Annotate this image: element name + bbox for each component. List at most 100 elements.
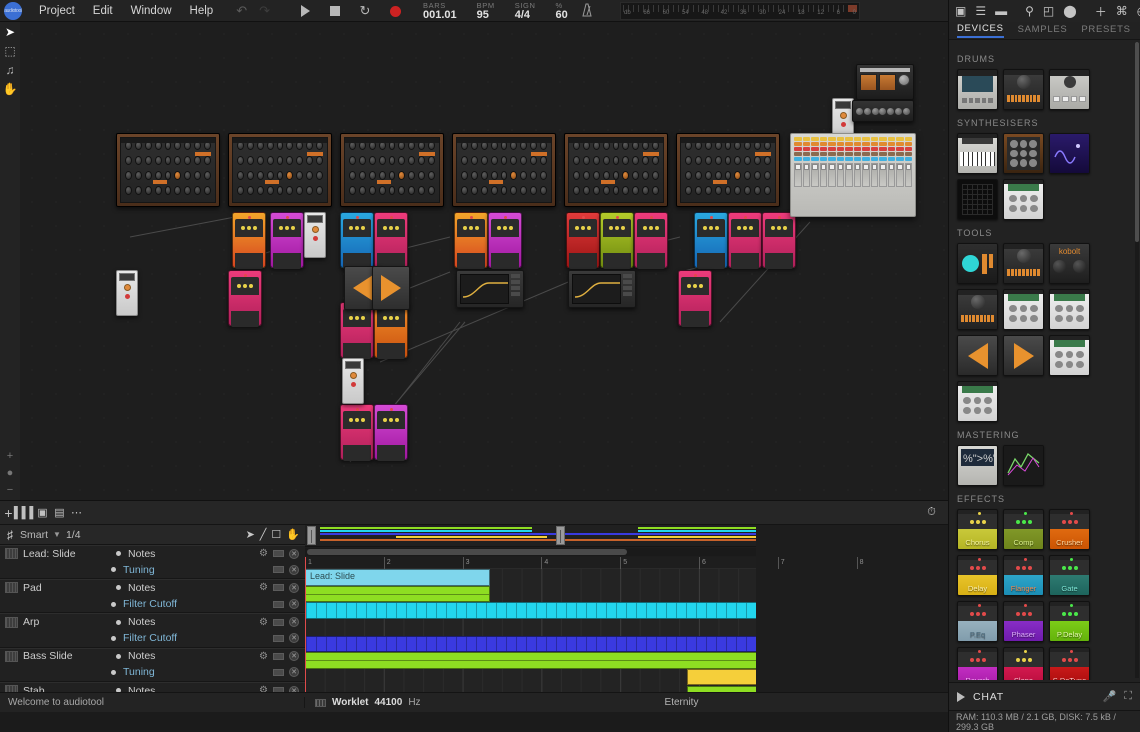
utility-device-3[interactable]: [342, 358, 364, 404]
device-bassline[interactable]: [1003, 69, 1044, 110]
clip-arp-filter[interactable]: [305, 652, 756, 669]
tool-mixer-strip[interactable]: [1003, 243, 1044, 284]
lane-enable-dot[interactable]: [111, 635, 116, 641]
menu-item-project[interactable]: Project: [30, 0, 84, 22]
pedal-reverb[interactable]: [270, 212, 304, 269]
video-icon[interactable]: ◰: [1043, 4, 1054, 18]
pedal-comp[interactable]: [600, 212, 634, 269]
timeline-minimap[interactable]: [305, 525, 756, 547]
playhead[interactable]: [305, 557, 306, 692]
lane-close-button[interactable]: ✕: [289, 651, 299, 662]
pedal-chorus[interactable]: [340, 212, 374, 269]
track-list[interactable]: Lead: Slide Notes ⚙ ✕ Tuning ✕ Pad Notes ⚙ ✕ Filte…: [0, 545, 305, 692]
lane-name[interactable]: Notes: [128, 548, 155, 560]
automation-icon[interactable]: ▣: [34, 501, 51, 525]
stop-button[interactable]: [320, 0, 350, 22]
track-row[interactable]: Pad Notes ⚙ ✕: [0, 579, 305, 596]
synth-rack-5[interactable]: [564, 133, 668, 207]
zoom-out-button[interactable]: −: [0, 481, 20, 498]
synth-rack-4[interactable]: [452, 133, 556, 207]
piano-roll-icon[interactable]: ▌▌▌: [14, 501, 37, 525]
app-logo[interactable]: audiotool: [4, 1, 22, 20]
fx-flanger[interactable]: Flanger: [1003, 555, 1044, 596]
lane-enable-dot[interactable]: [116, 585, 121, 591]
clip-lead-tuning[interactable]: [305, 585, 491, 603]
pedal-peq[interactable]: [340, 302, 374, 359]
undo-arrow-icon[interactable]: ↶: [236, 3, 247, 19]
track-name[interactable]: Lead: Slide: [23, 548, 111, 560]
lane-name[interactable]: Notes: [128, 582, 155, 594]
record-button[interactable]: [380, 0, 410, 22]
lane-close-button[interactable]: ✕: [289, 548, 299, 559]
device-heisenberg[interactable]: [957, 133, 998, 174]
chat-panel[interactable]: CHAT 🎤 ⛶: [949, 682, 1140, 710]
master-compressor[interactable]: [856, 64, 914, 100]
zoom-reset-button[interactable]: ●: [0, 464, 20, 481]
browser-scroll-thumb[interactable]: [1135, 42, 1139, 242]
master-db-meter[interactable]: db 66 60 54 48 42 36 30 24 18 12 6 0: [620, 2, 860, 20]
tool-kobolt[interactable]: kobolt: [1049, 243, 1090, 284]
eraser-tool-icon[interactable]: ☐: [271, 528, 281, 541]
synth-rack-6[interactable]: [676, 133, 780, 207]
clip-pad-notes[interactable]: [305, 602, 756, 619]
metronome-button[interactable]: [581, 3, 593, 20]
pedal-delay[interactable]: [232, 212, 266, 269]
lane-mute-button[interactable]: [273, 652, 284, 660]
device-machiniste[interactable]: [957, 69, 998, 110]
transport-readout-bars[interactable]: BARS 001.01: [416, 1, 464, 21]
pedal-tubed[interactable]: [762, 212, 796, 269]
device-matrix[interactable]: [957, 179, 998, 220]
minimap-handle-left[interactable]: [307, 526, 317, 545]
add-device-icon[interactable]: ＋: [1095, 3, 1107, 20]
lane-name[interactable]: Notes: [128, 685, 155, 692]
loop-button[interactable]: ↻: [350, 0, 380, 22]
pedal-slope[interactable]: [634, 212, 668, 269]
fx-gate[interactable]: Gate: [1049, 555, 1090, 596]
chevron-down-icon[interactable]: ▼: [53, 530, 61, 539]
lane-close-button[interactable]: ✕: [289, 667, 299, 678]
device-pulverisateur[interactable]: [1003, 133, 1044, 174]
tab-devices[interactable]: DEVICES: [957, 23, 1004, 38]
pedal-lowpass[interactable]: [678, 270, 712, 327]
pedal-pdelay[interactable]: [228, 270, 262, 327]
envelope-curve-2[interactable]: [568, 270, 636, 308]
menu-item-edit[interactable]: Edit: [84, 0, 122, 22]
menu-item-window[interactable]: Window: [122, 0, 181, 22]
fx-sdetune[interactable]: S.DeTune: [1049, 647, 1090, 680]
lane-close-button[interactable]: ✕: [289, 633, 299, 644]
more-icon[interactable]: ⋯: [68, 501, 85, 525]
lane-mute-button[interactable]: [273, 584, 284, 592]
track-settings-gear-icon[interactable]: ⚙: [259, 685, 268, 692]
tool-router[interactable]: [1049, 289, 1090, 330]
mixer-console[interactable]: [790, 133, 916, 217]
track-row[interactable]: Tuning ✕: [0, 562, 305, 579]
lane-enable-dot[interactable]: [116, 619, 121, 625]
lane-enable-dot[interactable]: [116, 551, 121, 557]
clip-arp-notes[interactable]: [305, 635, 756, 653]
timeline-ruler[interactable]: 1 2 3 4 5 6 7 8: [305, 557, 864, 569]
track-row[interactable]: Tuning ✕: [0, 664, 305, 681]
track-settings-gear-icon[interactable]: ⚙: [259, 548, 268, 559]
clip-lead-notes[interactable]: Lead: Slide: [305, 569, 491, 586]
track-row[interactable]: Arp Notes ⚙ ✕: [0, 613, 305, 630]
clip-area[interactable]: Lead: Slide: [305, 569, 756, 692]
track-row[interactable]: Lead: Slide Notes ⚙ ✕: [0, 545, 305, 562]
pedal-crusher[interactable]: [566, 212, 600, 269]
fx-delay[interactable]: Delay: [957, 555, 998, 596]
lane-name[interactable]: Filter Cutoff: [123, 632, 177, 644]
grid-icon[interactable]: ♯: [0, 528, 20, 542]
track-name[interactable]: Arp: [23, 616, 111, 628]
pedal-gate[interactable]: [694, 212, 728, 269]
lane-enable-dot[interactable]: [116, 653, 121, 659]
quantize-value[interactable]: 1/4: [66, 529, 81, 541]
fx-comp[interactable]: Comp: [1003, 509, 1044, 550]
device-beatbox[interactable]: [1049, 69, 1090, 110]
track-name[interactable]: Pad: [23, 582, 111, 594]
utility-device-2[interactable]: [304, 212, 326, 258]
tool-scope[interactable]: [957, 243, 998, 284]
synth-rack-2[interactable]: [228, 133, 332, 207]
tool-player-right[interactable]: [1003, 335, 1044, 376]
lane-close-button[interactable]: ✕: [289, 599, 299, 610]
video-icon[interactable]: ⛶: [1124, 690, 1132, 703]
microphone-icon[interactable]: ⬤: [1063, 4, 1076, 18]
